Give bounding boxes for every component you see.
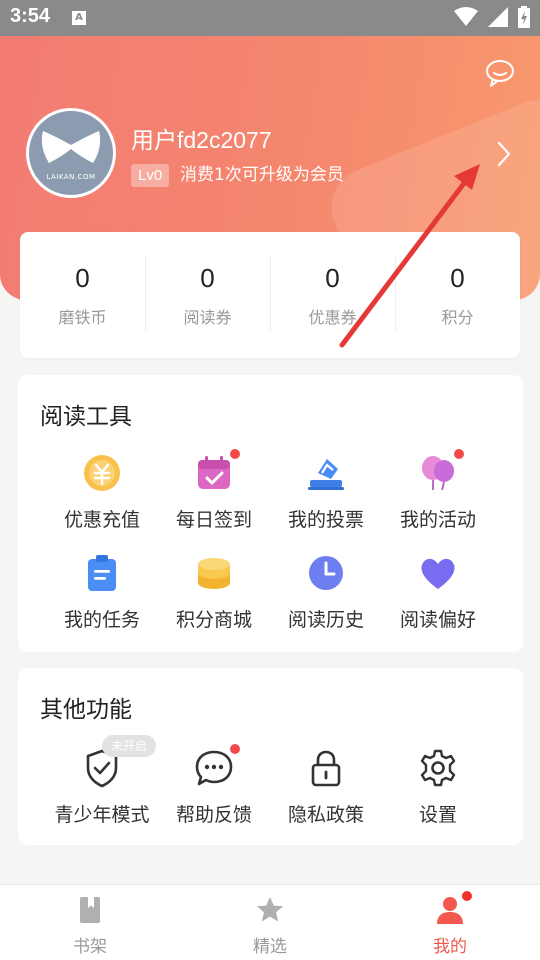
tool-points-mall[interactable]: 积分商城 — [158, 553, 270, 632]
notification-icon: A — [72, 11, 86, 25]
teen-mode[interactable]: 青少年模式 — [46, 748, 158, 827]
bookshelf-icon — [75, 895, 105, 925]
stat-label: 优惠券 — [308, 308, 357, 327]
nav-label: 书架 — [73, 937, 107, 957]
calendar-check-icon — [194, 449, 240, 493]
status-bar: 3:54 A — [0, 0, 540, 36]
cellular-signal-icon — [488, 7, 508, 27]
message-icon[interactable] — [484, 58, 516, 88]
stat-points[interactable]: 0 积分 — [395, 256, 520, 332]
stat-reading-voucher[interactable]: 0 阅读券 — [145, 256, 270, 332]
avatar[interactable]: LAIKAN.COM — [26, 108, 116, 198]
level-badge: Lv0 — [131, 164, 170, 187]
heart-icon — [418, 553, 458, 593]
clipboard-icon — [82, 553, 122, 593]
battery-charging-icon — [518, 6, 530, 28]
stat-value: 0 — [200, 263, 215, 293]
teen-mode-status-badge: 未开启 — [102, 735, 157, 757]
status-icons — [454, 6, 530, 28]
nav-label: 精选 — [253, 937, 287, 957]
coin-stack-icon — [194, 553, 234, 593]
new-dot — [461, 890, 473, 902]
tool-label: 我的投票 — [287, 509, 364, 531]
stat-value: 0 — [325, 263, 340, 293]
stat-value: 0 — [75, 263, 90, 293]
person-icon — [435, 890, 473, 925]
star-icon — [255, 895, 285, 925]
other-functions-section: 其他功能 青少年模式 未开启 帮助反馈 隐私政策 设置 — [18, 668, 523, 845]
tool-label: 每日签到 — [175, 509, 252, 531]
nav-bookshelf[interactable]: 书架 — [35, 895, 145, 957]
avatar-logo-icon — [41, 131, 101, 163]
stats-card: 0 磨铁币 0 阅读券 0 优惠券 0 积分 — [20, 232, 520, 358]
new-dot — [454, 449, 464, 459]
section-title: 阅读工具 — [40, 404, 132, 430]
settings[interactable]: 设置 — [382, 748, 494, 827]
ballot-box-icon — [306, 453, 346, 493]
nav-mine[interactable]: 我的 — [395, 890, 505, 957]
privacy-policy[interactable]: 隐私政策 — [270, 748, 382, 827]
stat-coupon[interactable]: 0 优惠券 — [270, 256, 395, 332]
tool-label: 阅读历史 — [287, 609, 364, 631]
chevron-right-icon[interactable] — [495, 140, 513, 168]
stat-label: 积分 — [441, 308, 474, 327]
status-time: 3:54 — [10, 5, 51, 27]
stat-value: 0 — [450, 263, 465, 293]
help-feedback[interactable]: 帮助反馈 — [158, 744, 270, 827]
yuan-coin-icon — [82, 453, 122, 493]
chat-bubble-icon — [194, 744, 240, 788]
avatar-logo-text: LAIKAN.COM — [46, 173, 96, 181]
tool-label: 优惠充值 — [63, 509, 140, 531]
new-dot — [230, 449, 240, 459]
wifi-icon — [454, 7, 478, 26]
bottom-nav: 书架 精选 我的 — [0, 884, 540, 960]
tool-my-activities[interactable]: 我的活动 — [382, 449, 494, 532]
tool-label: 帮助反馈 — [175, 804, 252, 826]
clock-icon — [306, 553, 346, 593]
new-dot — [230, 744, 240, 754]
nav-featured[interactable]: 精选 — [215, 895, 325, 957]
tool-daily-checkin[interactable]: 每日签到 — [158, 449, 270, 532]
tool-my-votes[interactable]: 我的投票 — [270, 453, 382, 532]
tool-reading-history[interactable]: 阅读历史 — [270, 553, 382, 632]
lock-icon — [306, 748, 346, 788]
tool-label: 我的任务 — [63, 609, 140, 631]
tool-my-tasks[interactable]: 我的任务 — [46, 553, 158, 632]
nav-label: 我的 — [433, 937, 467, 957]
username[interactable]: 用户fd2c2077 — [131, 121, 272, 155]
tool-label: 阅读偏好 — [399, 609, 476, 631]
level-tip: 消费1次可升级为会员 — [180, 165, 344, 185]
tool-reading-preference[interactable]: 阅读偏好 — [382, 553, 494, 632]
tool-recharge[interactable]: 优惠充值 — [46, 453, 158, 532]
tool-label: 我的活动 — [399, 509, 476, 531]
section-title: 其他功能 — [40, 697, 132, 723]
gear-icon — [418, 748, 458, 788]
stat-label: 磨铁币 — [58, 308, 107, 327]
tool-label: 设置 — [418, 804, 457, 826]
stat-label: 阅读券 — [183, 308, 232, 327]
reading-tools-section: 阅读工具 优惠充值 每日签到 我的投票 我的活动 我的任务 积分商城 阅读历史 … — [18, 375, 523, 652]
balloons-icon — [418, 449, 464, 493]
stat-motie-coin[interactable]: 0 磨铁币 — [20, 260, 145, 330]
tool-label: 积分商城 — [175, 609, 252, 631]
tool-label: 隐私政策 — [287, 804, 364, 826]
tool-label: 青少年模式 — [54, 804, 150, 826]
